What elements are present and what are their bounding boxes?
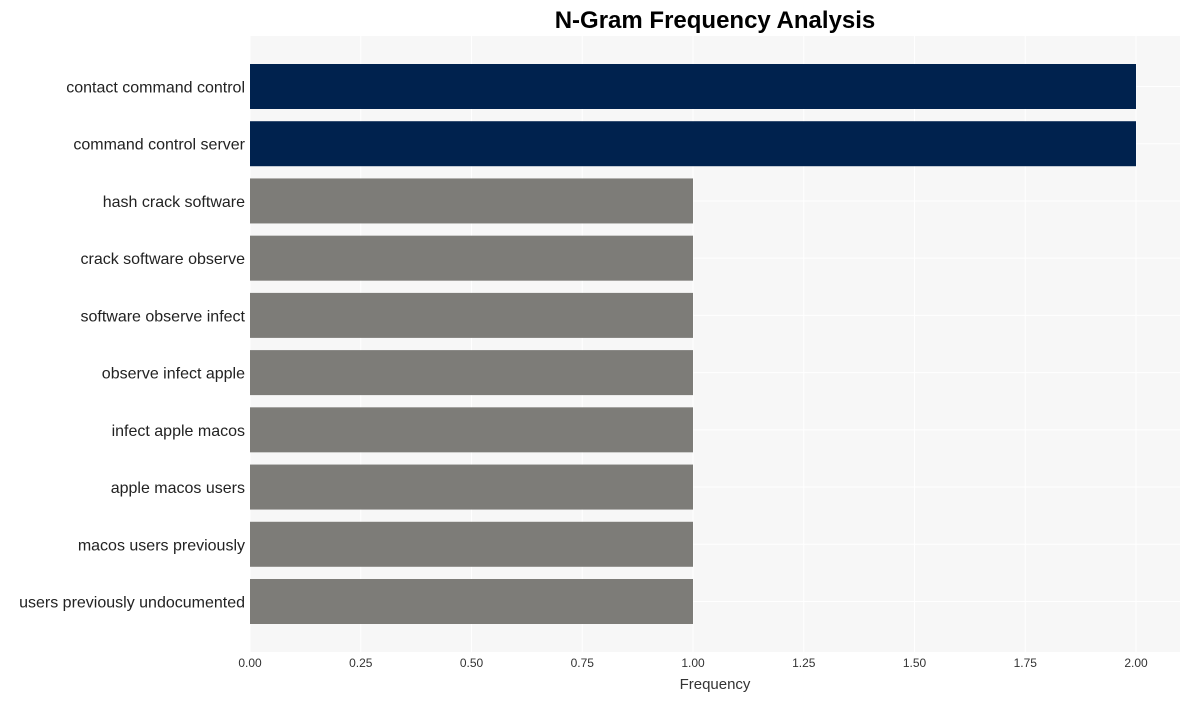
x-tick-labels: 0.00 0.25 0.50 0.75 1.00 1.25 1.50 1.75 2.00 [238,656,1148,670]
bar [250,121,1136,167]
x-axis-label: Frequency [680,676,751,693]
x-tick-label: 0.00 [238,656,262,670]
y-tick-label: command control server [73,137,245,154]
y-tick-label: apple macos users [111,480,245,497]
x-tick-label: 1.50 [903,656,927,670]
bar [250,178,693,224]
x-tick-label: 2.00 [1124,656,1148,670]
bar [250,64,1136,109]
bar [250,235,693,281]
y-tick-labels: contact command control command control s… [19,80,246,612]
y-tick-label: users previously undocumented [19,595,245,612]
y-tick-label: observe infect apple [102,366,245,383]
x-tick-label: 0.50 [460,656,484,670]
chart-title: N-Gram Frequency Analysis [555,7,876,34]
y-tick-label: hash crack software [103,194,245,211]
y-tick-label: contact command control [66,80,245,97]
x-tick-label: 0.25 [349,656,373,670]
x-tick-label: 1.75 [1014,656,1038,670]
y-tick-label: crack software observe [80,251,245,268]
bar [250,521,693,567]
bar [250,579,693,624]
ngram-bar-chart: contact command control command control s… [19,7,1180,693]
y-tick-label: macos users previously [78,537,245,554]
bar [250,350,693,396]
y-tick-label: software observe infect [80,308,245,325]
bar [250,407,693,453]
bar [250,464,693,510]
x-tick-label: 0.75 [571,656,595,670]
x-tick-label: 1.00 [681,656,705,670]
y-tick-label: infect apple macos [112,423,245,440]
x-tick-label: 1.25 [792,656,816,670]
bar [250,292,693,338]
